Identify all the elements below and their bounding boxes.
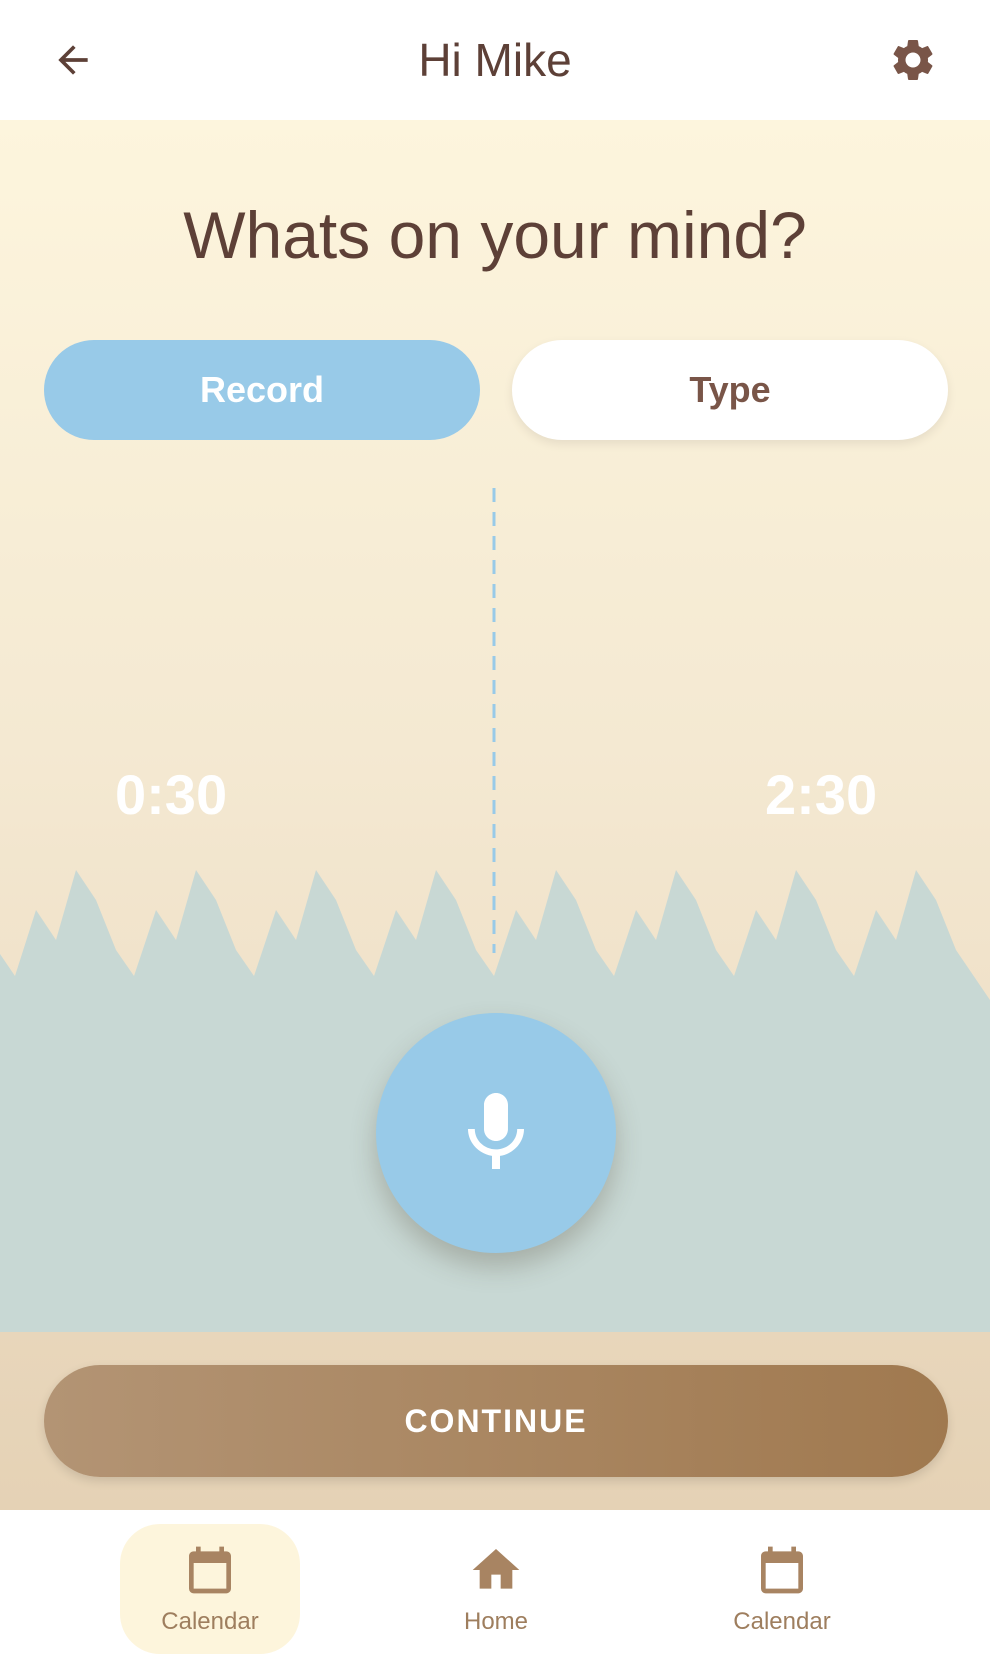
microphone-button[interactable] [376,1013,616,1253]
page-title: Hi Mike [418,34,572,86]
start-time-label: 0:30 [115,763,228,826]
gear-icon [893,40,933,80]
top-app-bar: Hi Mike [0,0,990,120]
prompt-heading: Whats on your mind? [183,198,807,272]
nav-item-home[interactable]: Home [406,1524,586,1654]
nav-label-calendar: Calendar [161,1608,259,1635]
nav-label-home: Home [463,1608,529,1635]
end-time-label: 2:30 [765,763,878,826]
record-mode-button[interactable]: Record [44,340,480,440]
nav-label-calendar-2: Calendar [733,1608,831,1635]
type-mode-button[interactable]: Type [512,340,948,440]
calendar-icon [189,1546,231,1594]
settings-button[interactable] [880,30,946,90]
home-icon [472,1549,520,1589]
continue-button[interactable]: CONTINUE [44,1365,948,1477]
bottom-navigation: Calendar Home Calendar [0,1510,990,1670]
app-root: Hi Mike Whats on your mind? Record Type … [0,0,990,1670]
nav-item-calendar-2[interactable]: Calendar [692,1524,872,1654]
microphone-icon [468,1093,524,1169]
nav-item-calendar[interactable]: Calendar [120,1524,300,1654]
calendar-icon [761,1546,803,1594]
record-panel: Whats on your mind? Record Type 0:30 2:3… [0,120,990,1510]
continue-area: CONTINUE [0,1332,990,1510]
